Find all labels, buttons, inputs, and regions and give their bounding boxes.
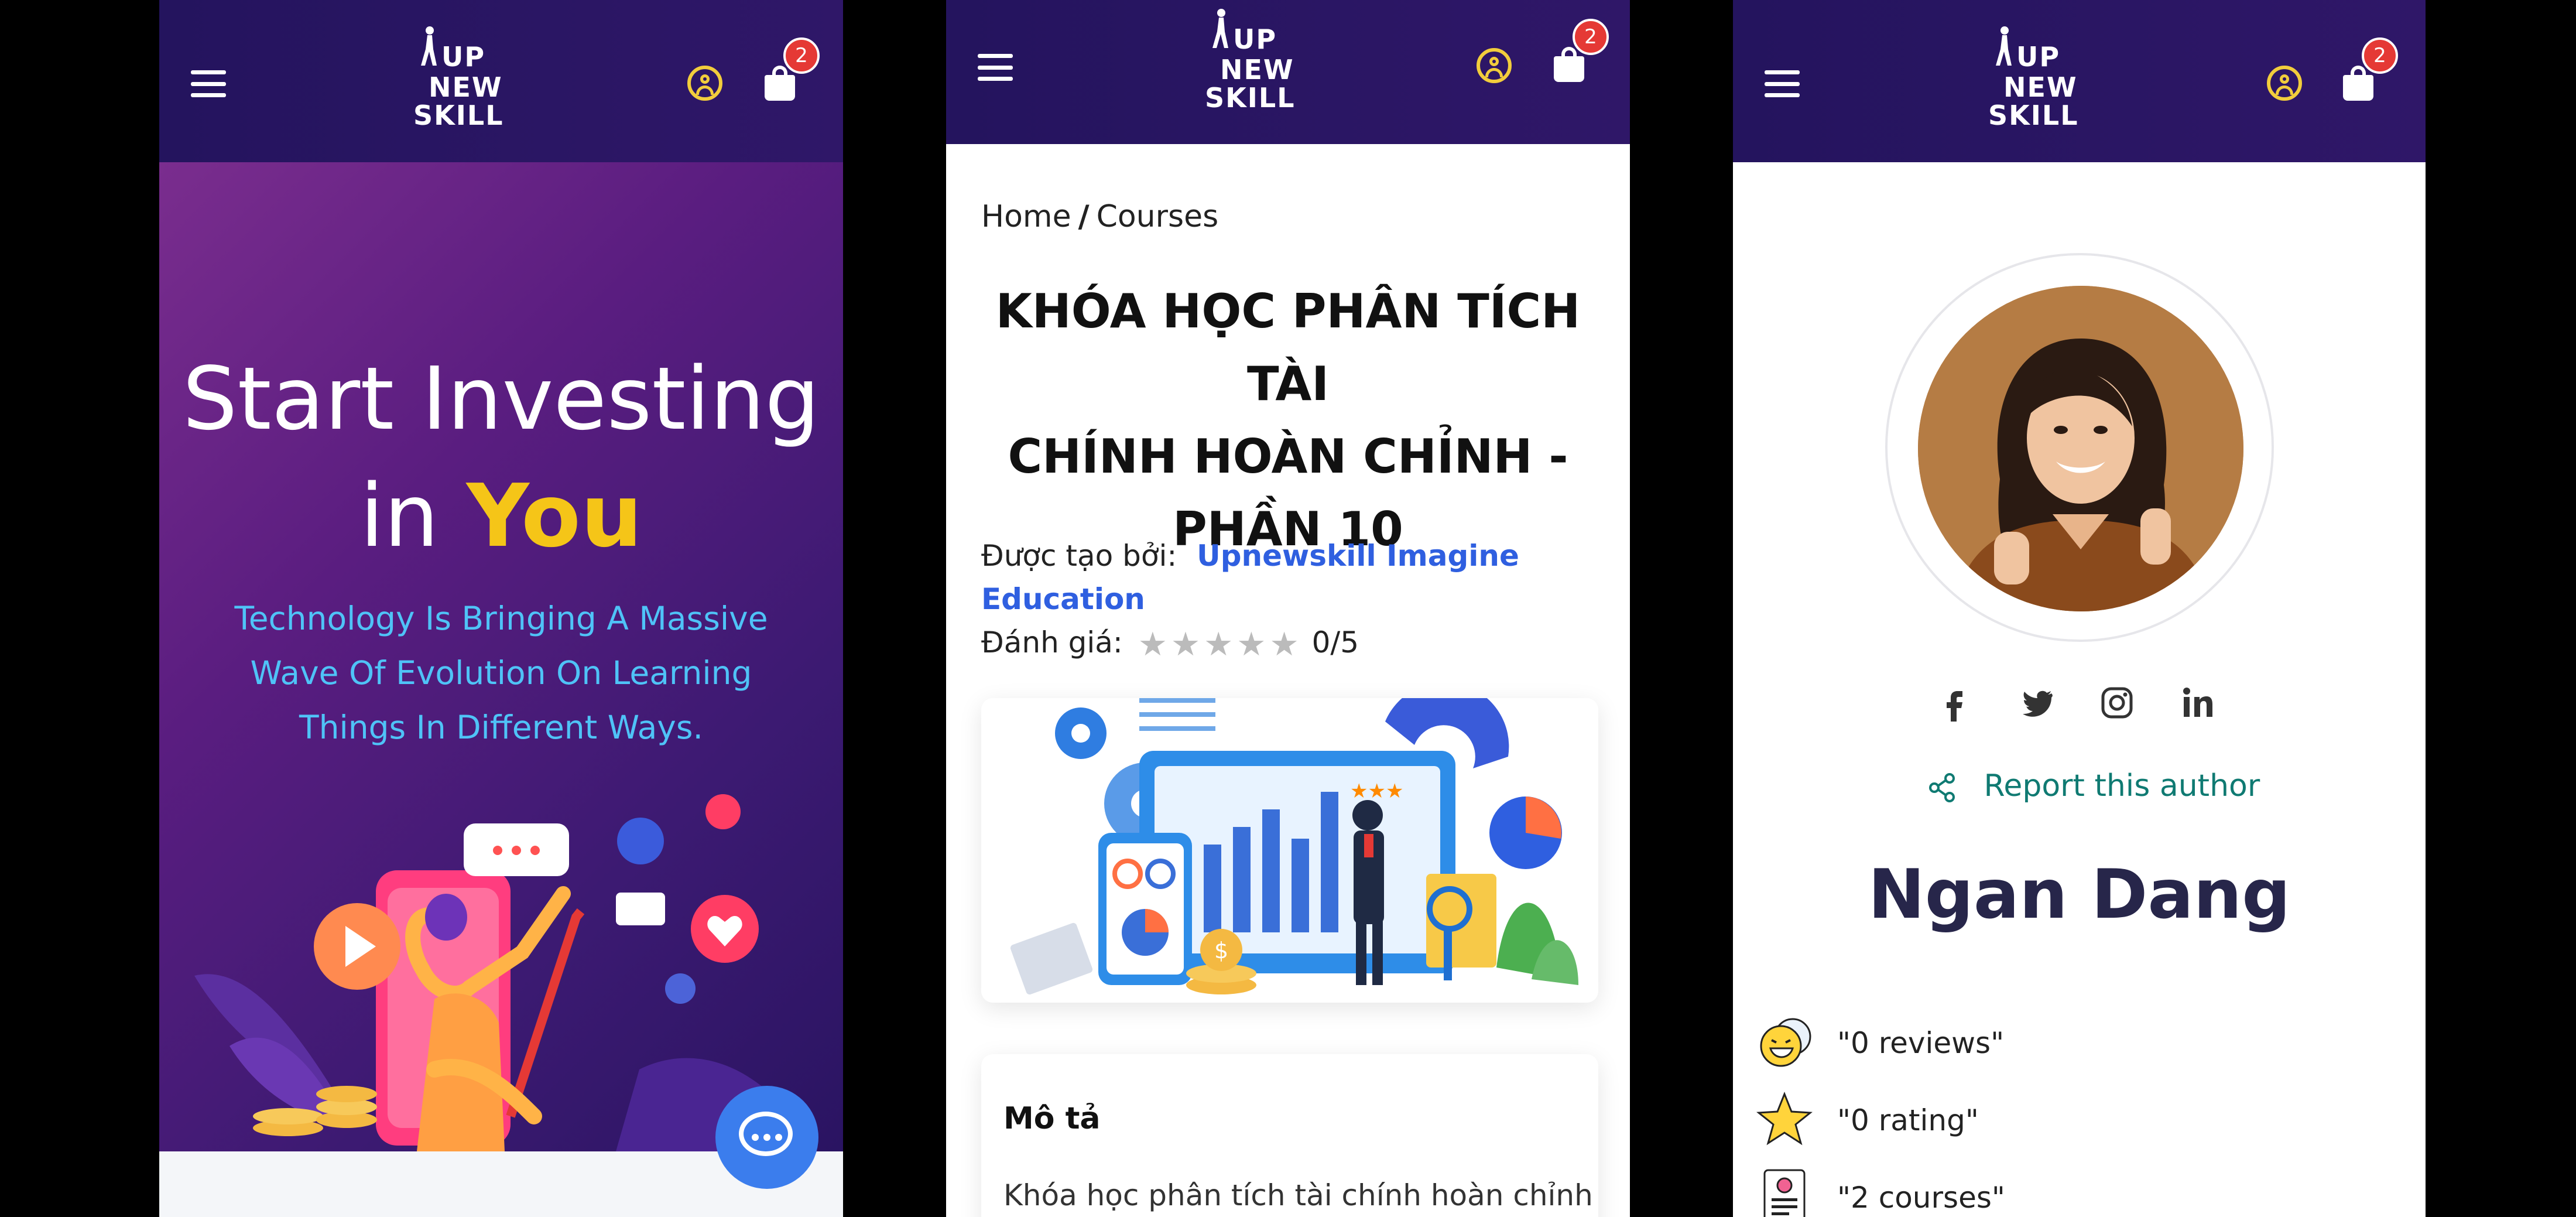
description-text: Khóa học phân tích tài chính hoàn chỉnh … xyxy=(1003,1178,1598,1212)
stat-courses-label: "2 courses" xyxy=(1837,1181,2005,1215)
walking-person-icon xyxy=(1212,9,1228,48)
user-account-icon[interactable] xyxy=(1477,48,1512,83)
course-rating: Đánh giá: ★ ★ ★ ★ ★ 0/5 xyxy=(981,625,1359,664)
course-title-line1: KHÓA HỌC PHÂN TÍCH TÀI xyxy=(995,284,1581,411)
upnewskill-logo[interactable]: UP NEW SKILL xyxy=(1987,26,2081,131)
upnewskill-logo[interactable]: UP NEW SKILL xyxy=(1204,8,1297,114)
upnewskill-logo[interactable]: UP NEW SKILL xyxy=(412,26,506,131)
hero-subtitle: Technology Is Bringing A Massive Wave Of… xyxy=(224,592,779,755)
logo-new: NEW xyxy=(429,71,503,103)
course-screen: UP NEW SKILL 2 Home / Courses KHÓA HỌC PHÂ… xyxy=(946,0,1630,1217)
instagram-icon[interactable] xyxy=(2098,684,2136,722)
walking-person-icon xyxy=(1996,26,2012,66)
description-title: Mô tả xyxy=(1003,1101,1101,1136)
app-header: UP NEW SKILL 2 xyxy=(946,0,1630,144)
app-header: UP NEW SKILL 2 xyxy=(159,0,843,162)
hero-illustration xyxy=(194,794,792,1151)
breadcrumb-home-link[interactable]: Home xyxy=(981,199,1071,234)
rating-stars: ★ ★ ★ ★ ★ xyxy=(1138,625,1312,664)
menu-icon[interactable] xyxy=(1765,70,1800,97)
linkedin-icon[interactable] xyxy=(2179,684,2217,722)
hero-title-line1: Start Investing xyxy=(182,348,820,449)
description-card: Mô tả Khóa học phân tích tài chính hoàn … xyxy=(981,1054,1598,1217)
breadcrumb-courses-link[interactable]: Courses xyxy=(1097,199,1219,234)
laughing-face-icon xyxy=(1760,1018,1811,1067)
app-header: UP NEW SKILL 2 xyxy=(1733,0,2426,162)
hero-title-line2: in You xyxy=(159,473,843,559)
star-icon xyxy=(1756,1091,1813,1146)
author-avatar-frame xyxy=(1885,253,2274,642)
user-account-icon[interactable] xyxy=(687,66,722,101)
author-avatar xyxy=(1918,286,2243,611)
svg-text:$: $ xyxy=(1214,938,1228,963)
logo-skill: SKILL xyxy=(413,100,504,131)
hero-title-in: in xyxy=(359,466,439,566)
share-icon xyxy=(1929,773,1955,802)
analytics-illustration: ★★★ $ xyxy=(981,698,1598,1003)
course-creator-cont: Education xyxy=(981,582,1145,616)
hero-subtitle-line1: Technology Is Bringing A Massive xyxy=(234,600,768,637)
logo-skill: SKILL xyxy=(1988,100,2079,131)
star-icon: ★ xyxy=(1204,625,1234,664)
star-icon: ★ xyxy=(1236,625,1266,664)
creator-link[interactable]: Upnewskill Imagine xyxy=(1197,539,1519,573)
twitter-icon[interactable] xyxy=(2017,684,2055,722)
cart-count-badge: 2 xyxy=(1573,19,1609,55)
cart-count-badge: 2 xyxy=(2362,37,2398,74)
certificate-icon xyxy=(1763,1169,1806,1217)
course-title-line2: CHÍNH HOÀN CHỈNH - xyxy=(1008,429,1568,484)
star-icon: ★ xyxy=(1269,625,1299,664)
report-author-label: Report this author xyxy=(1984,768,2260,804)
chat-button[interactable] xyxy=(715,1086,818,1189)
stat-rating-label: "0 rating" xyxy=(1837,1103,1979,1137)
hero-subtitle-line2: Wave Of Evolution On Learning xyxy=(250,654,752,692)
logo-up: UP xyxy=(2016,41,2061,73)
user-account-icon[interactable] xyxy=(2267,66,2302,101)
rating-label: Đánh giá: xyxy=(981,625,1123,659)
created-by-label: Được tạo bởi: xyxy=(981,539,1177,573)
course-creator: Được tạo bởi: Upnewskill Imagine xyxy=(981,539,1519,573)
star-icon: ★ xyxy=(1138,625,1167,664)
creator-link-cont[interactable]: Education xyxy=(981,582,1145,616)
logo-new: NEW xyxy=(1220,54,1294,86)
logo-skill: SKILL xyxy=(1205,82,1296,114)
report-author-link[interactable]: Report this author xyxy=(1926,768,2260,804)
logo-up: UP xyxy=(1233,23,1277,55)
rating-value: 0/5 xyxy=(1311,625,1359,659)
logo-new: NEW xyxy=(2003,71,2078,103)
menu-icon[interactable] xyxy=(191,70,226,97)
author-screen: UP NEW SKILL 2 Report this author Ngan D… xyxy=(1733,0,2426,1217)
walking-person-icon xyxy=(421,26,437,66)
cart-count-badge: 2 xyxy=(783,37,820,74)
course-title: KHÓA HỌC PHÂN TÍCH TÀI CHÍNH HOÀN CHỈNH … xyxy=(975,275,1601,566)
stat-reviews-label: "0 reviews" xyxy=(1837,1026,2005,1060)
star-icon: ★ xyxy=(1170,625,1201,664)
breadcrumb-separator: / xyxy=(1078,199,1090,234)
logo-up: UP xyxy=(441,41,486,73)
hero-section: Start Investing in You Technology Is Bri… xyxy=(159,162,843,1151)
course-thumbnail[interactable]: ★★★ $ xyxy=(981,698,1598,1003)
hero-title-you: You xyxy=(466,466,643,566)
menu-icon[interactable] xyxy=(978,54,1013,81)
facebook-icon[interactable] xyxy=(1937,684,1974,722)
home-screen: UP NEW SKILL 2 Start Investing in You Te… xyxy=(159,0,843,1217)
breadcrumb: Home / Courses xyxy=(981,199,1218,234)
svg-text:★★★: ★★★ xyxy=(1350,780,1403,803)
author-name: Ngan Dang xyxy=(1868,855,2291,934)
